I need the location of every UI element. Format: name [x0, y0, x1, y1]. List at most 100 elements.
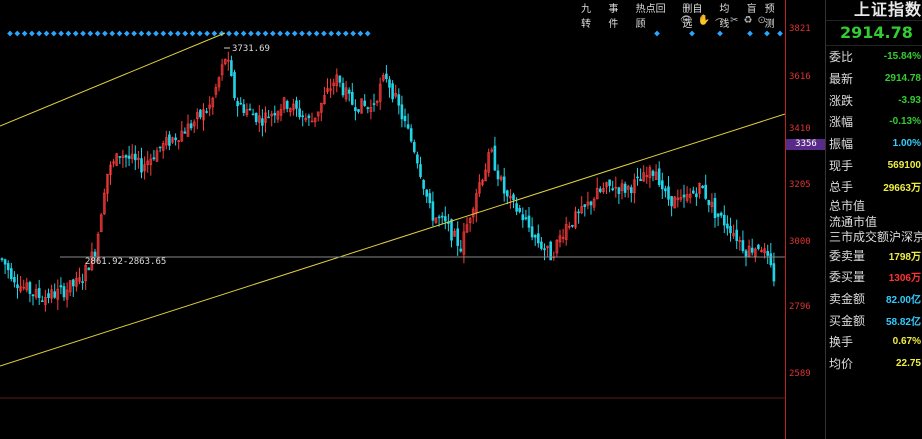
event-marker — [654, 30, 660, 37]
candle-down — [183, 131, 187, 134]
quote-row: 涨跌 -3.93 — [826, 89, 922, 111]
candle-down — [502, 176, 506, 194]
candle-down — [518, 207, 522, 212]
candle-down — [667, 186, 670, 200]
candle-down — [403, 115, 407, 122]
candle-down — [431, 201, 435, 221]
candle-down — [13, 277, 16, 283]
arc-icon[interactable]: ⌒ — [715, 15, 725, 30]
toolbar-jiuzhuan[interactable]: 九转 — [580, 0, 601, 30]
event-marker — [226, 30, 232, 37]
candle-down — [505, 190, 509, 197]
quote-value: 58.82亿 — [885, 316, 921, 328]
candle-down — [629, 187, 633, 194]
candle-down — [285, 100, 289, 109]
candle-down — [496, 170, 500, 180]
candle-down — [530, 226, 534, 238]
candle-down — [363, 100, 367, 106]
event-marker — [145, 30, 152, 37]
price-axis: 3821 3616 3410 3356 3205 3000 2796 2589 — [785, 0, 826, 439]
quote-row: 涨幅 -0.13% — [826, 111, 922, 133]
low-annotation: 2861.92-2863.65 — [85, 257, 166, 267]
candle-down — [341, 83, 345, 96]
event-marker — [123, 30, 130, 37]
quote-label: 现手 — [829, 158, 854, 173]
event-marker — [342, 30, 349, 37]
quote-value: -3.93 — [898, 94, 921, 106]
candle-down — [10, 268, 13, 280]
candle-down — [617, 187, 621, 194]
event-marker — [255, 30, 262, 37]
quote-label: 流通市值 — [829, 214, 878, 229]
event-marker — [160, 30, 167, 37]
candle-down — [81, 281, 84, 283]
event-marker — [167, 30, 174, 37]
candle-down — [72, 279, 75, 287]
candle-down — [391, 83, 394, 100]
axis-tick: 3821 — [789, 24, 811, 34]
event-marker — [747, 30, 753, 37]
high-annotation: 3731.69 — [232, 44, 270, 54]
kline-chart[interactable]: 3731.69 2861.92-2863.65 九转 事件 热点回顾 删自选 均线… — [0, 0, 785, 439]
candle-down — [242, 104, 246, 113]
candle-down — [741, 240, 745, 252]
index-price: 2914.78 — [826, 21, 922, 46]
candle-down — [657, 168, 661, 185]
quote-value: 82.00亿 — [885, 295, 921, 307]
quote-row: 委卖量 1798万 — [826, 244, 922, 266]
candle-down — [536, 233, 540, 244]
candle-down — [412, 141, 416, 153]
candle-down — [623, 183, 627, 193]
event-marker — [36, 30, 43, 37]
event-marker — [182, 30, 189, 37]
event-marker — [291, 30, 298, 37]
candle-down — [527, 215, 531, 228]
quote-value: 1.00% — [892, 138, 921, 150]
candle-down — [660, 180, 664, 190]
event-marker — [321, 30, 327, 37]
event-marker — [80, 30, 86, 37]
candle-down — [450, 219, 453, 241]
event-marker — [350, 30, 356, 37]
event-marker — [328, 30, 335, 37]
quote-row: 均价 22.75 — [826, 353, 922, 375]
quote-row: 总手 29663万 — [826, 176, 922, 198]
axis-tick: 3616 — [789, 72, 811, 82]
candle-down — [40, 300, 44, 303]
candle-down — [524, 217, 528, 220]
toolbar-forecast[interactable]: 预测 — [764, 0, 785, 30]
candle-down — [639, 179, 642, 182]
scissors-icon[interactable]: ✂ — [730, 15, 738, 30]
event-marker — [335, 30, 342, 37]
quote-row: 现手 569100 — [826, 154, 922, 176]
candle-down — [47, 293, 50, 299]
toolbar-moving-average[interactable]: 均线 — [718, 0, 739, 30]
toolbar-remove-watchlist[interactable]: 删自选 — [681, 0, 712, 30]
candle-down — [750, 247, 754, 253]
candle-down — [769, 253, 773, 266]
hand-icon[interactable]: ✋ — [698, 15, 710, 30]
quote-value: 569100 — [887, 159, 921, 171]
eye-icon[interactable]: 👁 — [680, 15, 693, 30]
candlestick-svg[interactable]: 3731.69 2861.92-2863.65 — [0, 0, 785, 439]
candle-down — [406, 124, 410, 129]
candle-down — [772, 263, 776, 282]
toolbar-hot-review[interactable]: 热点回顾 — [635, 0, 676, 30]
candle-down — [0, 258, 4, 260]
candle-down — [354, 107, 357, 111]
candle-down — [295, 100, 298, 109]
event-marker — [248, 30, 254, 37]
quote-label: 涨幅 — [829, 115, 854, 130]
chart-toolbar: 九转 事件 热点回顾 删自选 均线 盲 预测 — [580, 0, 785, 30]
target-icon[interactable]: ⊙ — [758, 15, 766, 30]
candle-down — [205, 111, 208, 113]
candle-down — [409, 128, 413, 142]
toolbar-blind[interactable]: 盲 — [746, 0, 758, 15]
candle-down — [459, 248, 463, 252]
candle-down — [664, 188, 667, 192]
recycle-icon[interactable]: ♻ — [744, 15, 753, 30]
quote-value: 1306万 — [888, 273, 921, 285]
event-marker — [21, 30, 28, 37]
trendline-upper — [0, 32, 226, 127]
toolbar-events[interactable]: 事件 — [607, 0, 628, 30]
